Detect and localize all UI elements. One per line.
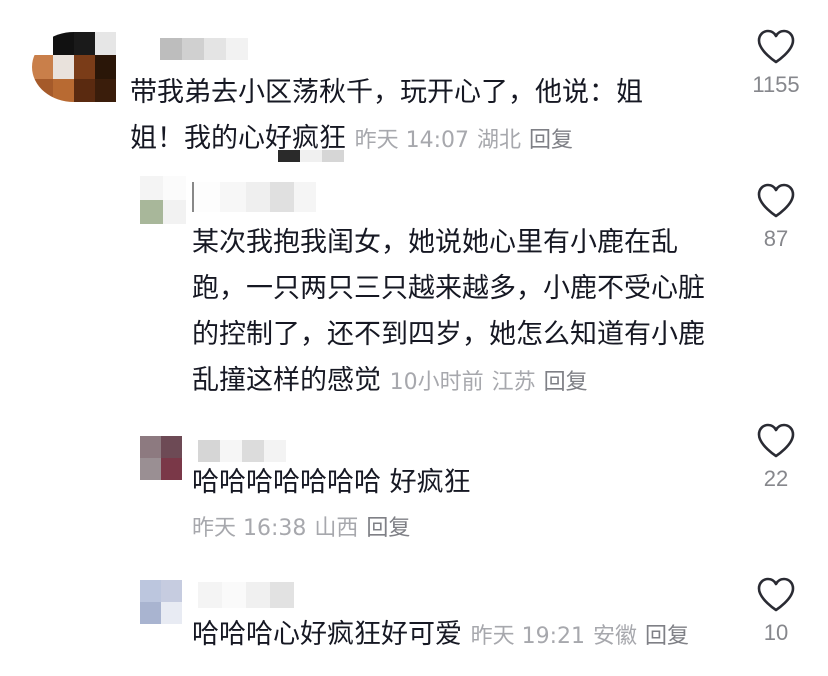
comment-text: 带我弟去小区荡秋千，玩开心了，他说：姐姐！我的心好疯狂 昨天 14:07 湖北 回复: [130, 77, 643, 154]
comment-meta: 昨天 16:38 山西 回复: [192, 506, 410, 552]
username-mosaic[interactable]: [198, 440, 286, 462]
comment-meta: 昨天 19:21 安徽 回复: [471, 624, 689, 649]
like-button[interactable]: 87: [746, 182, 806, 252]
comment-meta: 昨天 14:07 湖北 回复: [355, 128, 573, 153]
like-button[interactable]: 10: [746, 576, 806, 646]
username-mosaic[interactable]: [160, 38, 248, 60]
comment-text: 某次我抱我闺女，她说她心里有小鹿在乱跑，一只两只三只越来越多，小鹿不受心脏的控制…: [192, 227, 705, 396]
reply-button[interactable]: 回复: [366, 516, 410, 541]
reply-button[interactable]: 回复: [645, 624, 689, 649]
heart-outline-icon: [757, 183, 795, 218]
like-button[interactable]: 1155: [746, 28, 806, 98]
comment-location: 安徽: [593, 624, 638, 649]
like-count: 22: [763, 466, 789, 491]
username-mosaic[interactable]: [198, 582, 294, 608]
comment-text: 哈哈哈哈哈哈哈 好疯狂: [192, 467, 471, 498]
like-count: 87: [763, 226, 789, 251]
comment-text: 哈哈哈心好疯狂好可爱 昨天 19:21 安徽 回复: [192, 619, 690, 650]
avatar[interactable]: [140, 436, 182, 480]
username-mosaic-fragment: [278, 150, 344, 162]
heart-outline-icon: [757, 577, 795, 612]
comment-meta: 10小时前 江苏 回复: [390, 370, 588, 395]
avatar[interactable]: [32, 32, 116, 102]
avatar[interactable]: [140, 176, 186, 224]
comment-location: 湖北: [477, 128, 522, 153]
reply-button[interactable]: 回复: [529, 128, 573, 153]
comment-location: 江苏: [491, 370, 536, 395]
like-button[interactable]: 22: [746, 422, 806, 492]
heart-outline-icon: [757, 29, 795, 64]
comment-time: 昨天 19:21: [470, 624, 585, 649]
comment-location: 山西: [314, 516, 359, 541]
avatar[interactable]: [140, 580, 182, 624]
comment-time: 昨天 14:07: [354, 128, 469, 153]
reply-button[interactable]: 回复: [544, 370, 588, 395]
heart-outline-icon: [757, 423, 795, 458]
username-mosaic[interactable]: [192, 182, 316, 212]
comment-time: 昨天 16:38: [192, 516, 307, 541]
like-count: 10: [763, 620, 789, 645]
comment-time: 10小时前: [389, 370, 484, 395]
like-count: 1155: [752, 72, 800, 97]
